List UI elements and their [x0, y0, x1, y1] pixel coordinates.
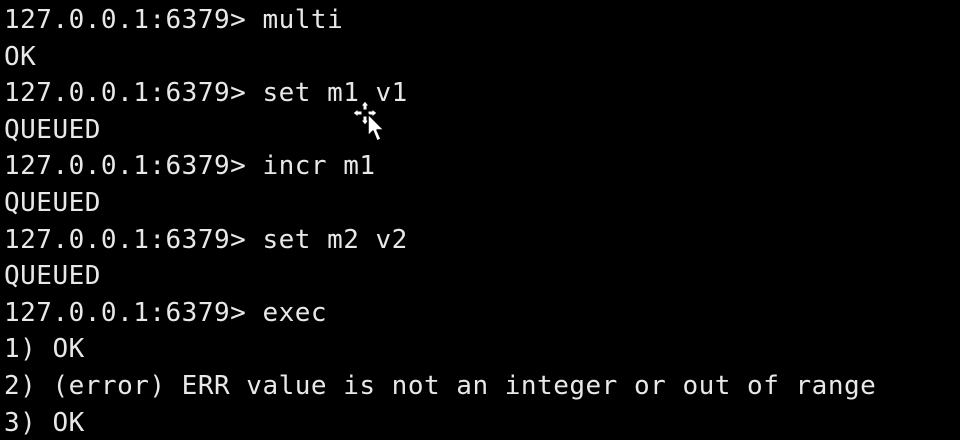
terminal-line-output-queued: QUEUED: [4, 261, 101, 292]
terminal-line-result-3: 3) OK: [4, 407, 85, 438]
terminal-line-output-queued: QUEUED: [4, 187, 101, 218]
terminal-line-output-ok: OK: [4, 41, 37, 72]
terminal-line-prompt-set-m1: 127.0.0.1:6379> set m1 v1: [4, 78, 408, 109]
terminal-line-prompt-multi: 127.0.0.1:6379> multi: [4, 5, 344, 35]
terminal-line-prompt-incr-m1: 127.0.0.1:6379> incr m1: [4, 151, 376, 182]
terminal-line-result-2-error: 2) (error) ERR value is not an integer o…: [4, 370, 877, 401]
terminal-line-prompt-exec: 127.0.0.1:6379> exec: [4, 297, 328, 328]
move-cursor-icon: [352, 100, 385, 142]
terminal-line-result-1: 1) OK: [4, 334, 85, 365]
terminal-line-prompt-set-m2: 127.0.0.1:6379> set m2 v2: [4, 224, 408, 255]
terminal-line-output-queued: QUEUED: [4, 114, 101, 145]
terminal-window[interactable]: 127.0.0.1:6379> multi OK 127.0.0.1:6379>…: [0, 0, 960, 440]
